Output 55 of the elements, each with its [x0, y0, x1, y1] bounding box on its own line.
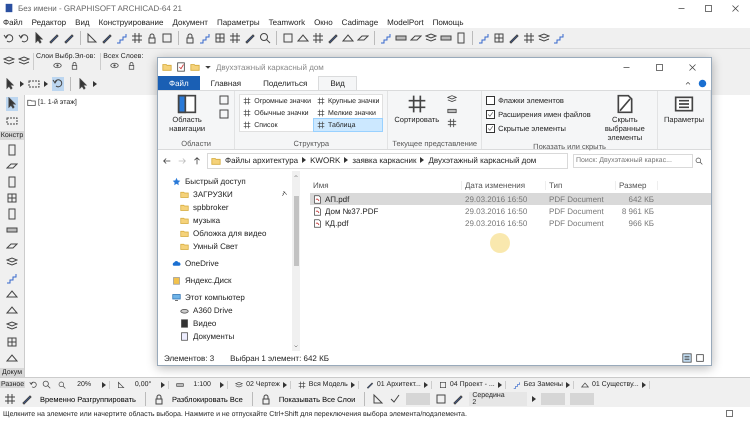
menu-item[interactable]: Параметры — [216, 18, 260, 26]
menu-item[interactable]: Редактор — [32, 18, 66, 26]
table-cell-text: 966 КБ — [628, 218, 655, 228]
file-name: Дом №37.PDF — [325, 206, 378, 216]
window-title: Без имени - GRAPHISOFT ARCHICAD-64 21 — [18, 4, 182, 12]
nav-item[interactable]: Этот компьютер — [185, 293, 245, 302]
table-cell-text: PDF Document — [548, 218, 605, 228]
window-title: Двухэтажный каркасный дом — [216, 62, 324, 72]
nav-item[interactable]: музыка — [193, 216, 220, 225]
status-text: Выбран 1 элемент: 642 КБ — [230, 354, 329, 362]
menu-item[interactable]: Cadimage — [342, 18, 378, 26]
ribbon-tab[interactable]: Вид — [318, 76, 357, 90]
table-cell-text: 8 961 КБ — [620, 206, 655, 216]
column-header[interactable]: Размер — [616, 180, 658, 190]
file-row[interactable]: КД.pdf 29.03.2016 16:50 PDF Document 966 КБ — [310, 217, 711, 229]
nav-item[interactable]: A360 Drive — [193, 306, 233, 315]
menu-item[interactable]: Конструирование — [98, 18, 164, 26]
path-segment[interactable]: Двухэтажный каркасный дом — [428, 156, 536, 165]
path-segment[interactable]: Файлы архитектура — [225, 156, 298, 165]
table-cell-text: PDF Document — [548, 194, 605, 204]
nav-item[interactable]: spbbroker — [193, 203, 229, 212]
file-name: КД.pdf — [325, 218, 348, 228]
menu-item[interactable]: Файл — [3, 18, 23, 26]
status-text: Элементов: 3 — [164, 354, 214, 362]
nav-item[interactable]: Видео — [193, 319, 216, 328]
nav-item[interactable]: OneDrive — [185, 259, 219, 268]
nav-item[interactable]: Яндекс.Диск — [185, 276, 232, 285]
address-bar[interactable]: Файлы архитектура KWORK заявка каркасник Двухэтажный каркасный дом — [207, 152, 568, 168]
path-segment[interactable]: KWORK — [310, 156, 340, 165]
table-cell-text: 29.03.2016 16:50 — [464, 218, 528, 228]
column-header[interactable]: Имя — [310, 180, 462, 190]
file-row[interactable]: Дом №37.PDF 29.03.2016 16:50 PDF Document 8 961 КБ — [310, 205, 711, 217]
table-cell-text: 29.03.2016 16:50 — [464, 206, 528, 216]
menu-item[interactable]: Документ — [172, 18, 208, 26]
menu-item[interactable]: Вид — [75, 18, 90, 26]
nav-item[interactable]: Обложка для видео — [193, 229, 266, 238]
table-cell-text: PDF Document — [548, 206, 605, 216]
menu-item[interactable]: ModelPort — [387, 18, 424, 26]
nav-item[interactable]: Умный Свет — [193, 242, 238, 251]
ribbon-tab[interactable]: Главная — [200, 76, 252, 90]
file-name: АП.pdf — [325, 194, 350, 204]
nav-item[interactable]: Документы — [193, 332, 234, 341]
menu-item[interactable]: Teamwork — [268, 18, 306, 26]
path-segment[interactable]: заявка каркасник — [352, 156, 416, 165]
table-cell-text: 642 КБ — [628, 194, 655, 204]
menu-item[interactable]: Окно — [314, 18, 333, 26]
nav-item[interactable]: Быстрый доступ — [185, 177, 246, 186]
menu-item[interactable]: Помощь — [432, 18, 464, 26]
column-header[interactable]: Дата изменения — [462, 180, 546, 190]
table-cell-text: 29.03.2016 16:50 — [464, 194, 528, 204]
column-header[interactable]: Тип — [546, 180, 616, 190]
nav-item[interactable]: ЗАГРУЗКИ — [193, 190, 233, 199]
file-row[interactable]: АП.pdf 29.03.2016 16:50 PDF Document 642 КБ — [310, 193, 711, 205]
ribbon-tab[interactable]: Поделиться — [252, 76, 318, 90]
ribbon-tab[interactable]: Файл — [158, 76, 200, 90]
